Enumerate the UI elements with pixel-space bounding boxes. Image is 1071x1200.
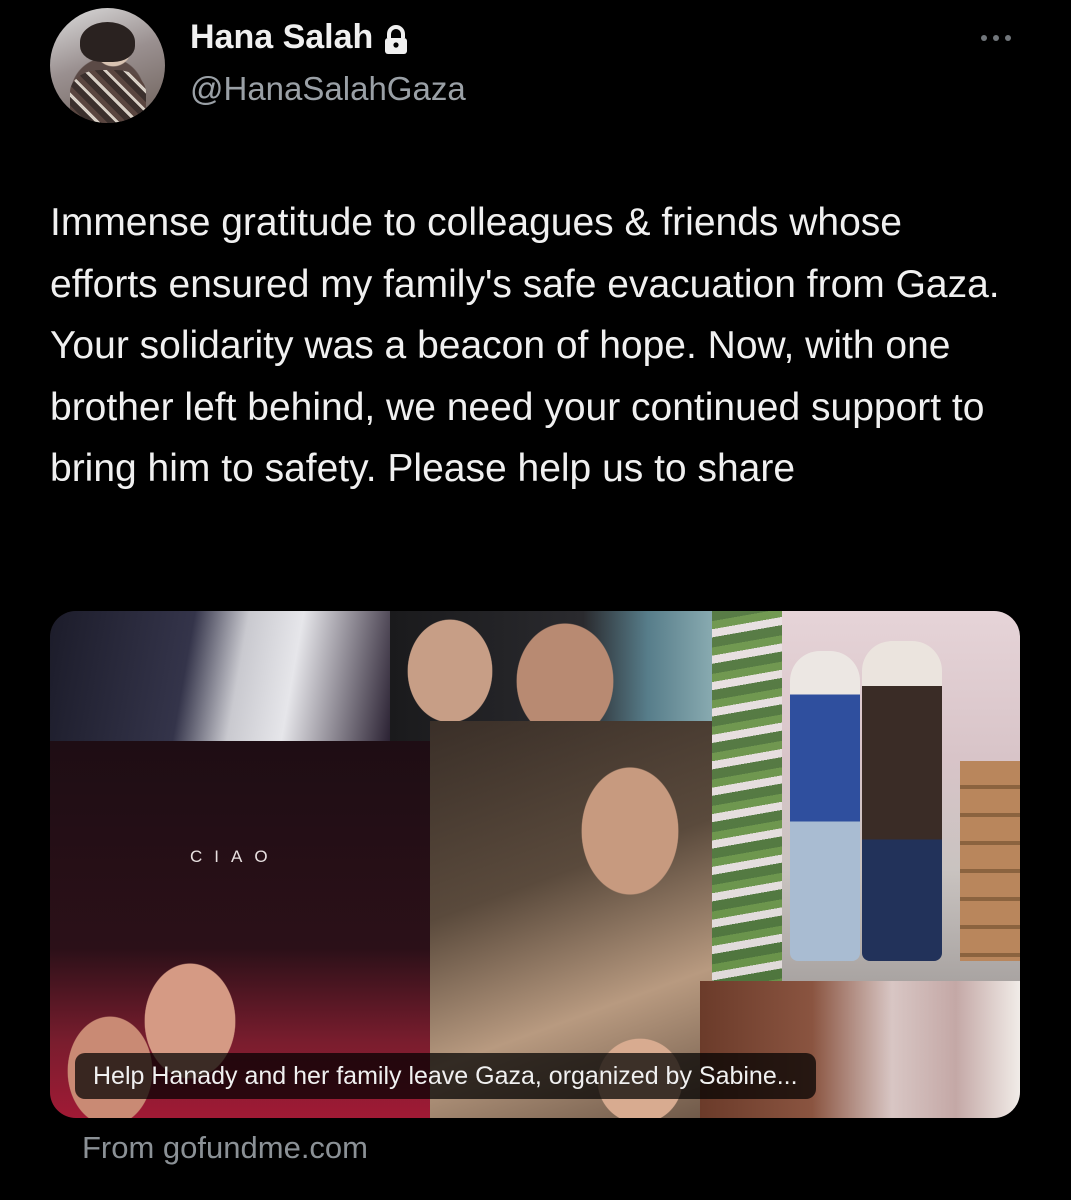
- collage-photo-suit: [50, 611, 390, 741]
- card-source[interactable]: From gofundme.com: [82, 1130, 368, 1166]
- author-name-row: Hana Salah: [190, 18, 409, 57]
- photo-person: [862, 641, 942, 961]
- more-dot: [1005, 35, 1011, 41]
- more-options-icon[interactable]: [975, 26, 1017, 50]
- card-image-collage: CIAO: [50, 611, 1020, 1118]
- tweet-text: Immense gratitude to colleagues & friend…: [50, 201, 1000, 490]
- avatar-hair: [80, 22, 135, 62]
- link-preview-card[interactable]: CIAO Help Hanady and her family leave Ga…: [50, 611, 1020, 1118]
- photo-plant: [712, 611, 782, 981]
- more-dot: [981, 35, 987, 41]
- photo-person: [790, 651, 860, 961]
- avatar-shirt: [70, 70, 146, 123]
- more-dot: [993, 35, 999, 41]
- photo-boxes: [960, 761, 1020, 961]
- author-display-name[interactable]: Hana Salah: [190, 18, 373, 57]
- collage-photo-mirror-selfie: [712, 611, 1020, 981]
- image-text-ciao: CIAO: [190, 847, 280, 866]
- author-handle[interactable]: @HanaSalahGaza: [190, 70, 466, 108]
- lock-icon: [385, 24, 408, 54]
- card-title[interactable]: Help Hanady and her family leave Gaza, o…: [75, 1053, 816, 1099]
- author-avatar[interactable]: [50, 8, 165, 123]
